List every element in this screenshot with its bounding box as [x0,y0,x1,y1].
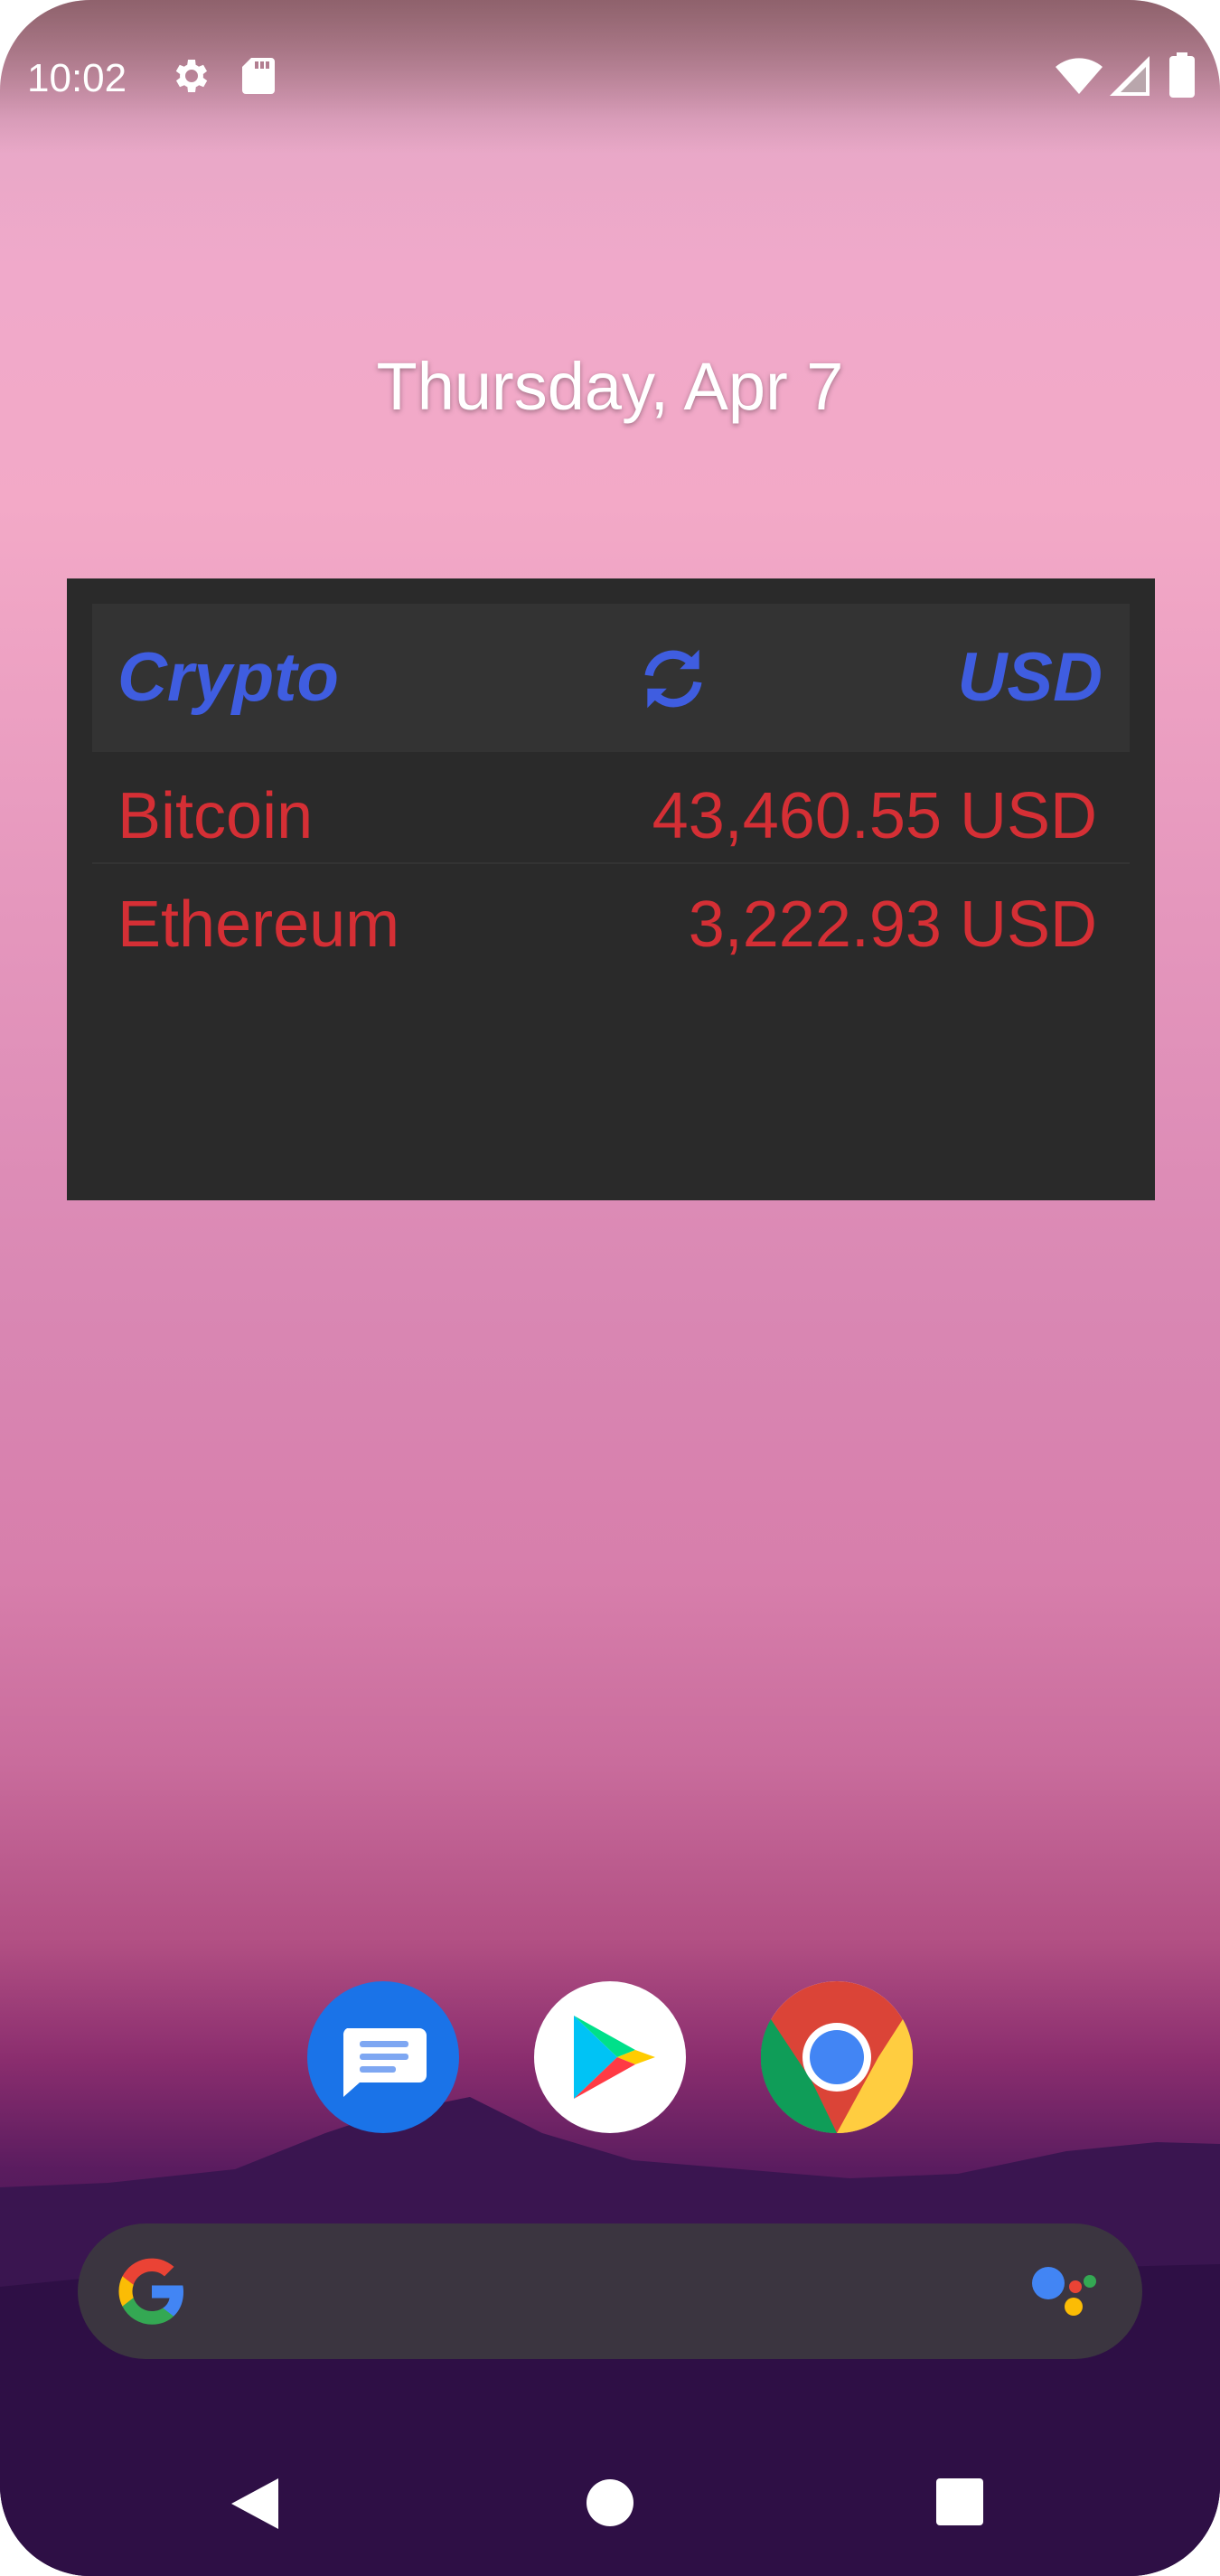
status-time: 10:02 [27,56,127,100]
widget-title: Crypto [117,639,339,716]
widget-header: Crypto USD [92,604,1130,752]
row-divider [92,862,1130,864]
settings-icon [175,60,208,92]
coin-price: 3,222.93 USD [688,888,1097,961]
assistant-icon[interactable] [1028,2260,1101,2325]
back-icon[interactable] [231,2478,278,2529]
battery-icon [1169,52,1195,98]
signal-icon [1110,56,1150,96]
navigation-bar [0,2440,1220,2576]
google-search-bar[interactable] [78,2223,1142,2359]
home-screen: 10:02 Thursday, Apr 7 Crypto USD Bitcoin… [0,0,1220,2576]
google-g-icon [118,2258,183,2325]
play-store-app-icon[interactable] [534,1981,686,2133]
coin-name: Ethereum [117,888,400,961]
recents-icon[interactable] [936,2478,983,2525]
sd-card-icon [242,58,275,94]
wifi-icon [1056,58,1103,94]
status-bar: 10:02 [0,0,1220,154]
refresh-icon[interactable] [634,640,712,718]
chrome-app-icon[interactable] [760,1981,914,2134]
coin-price: 43,460.55 USD [652,780,1097,852]
home-icon[interactable] [586,2478,634,2527]
coin-row-ethereum[interactable]: Ethereum 3,222.93 USD [92,868,1130,980]
currency-selector[interactable]: USD [958,638,1103,717]
coin-name: Bitcoin [117,780,314,852]
messages-app-icon[interactable] [307,1981,459,2133]
crypto-widget[interactable]: Crypto USD Bitcoin 43,460.55 USD Ethereu… [67,578,1155,1200]
lockscreen-date[interactable]: Thursday, Apr 7 [0,348,1220,425]
coin-row-bitcoin[interactable]: Bitcoin 43,460.55 USD [92,759,1130,871]
